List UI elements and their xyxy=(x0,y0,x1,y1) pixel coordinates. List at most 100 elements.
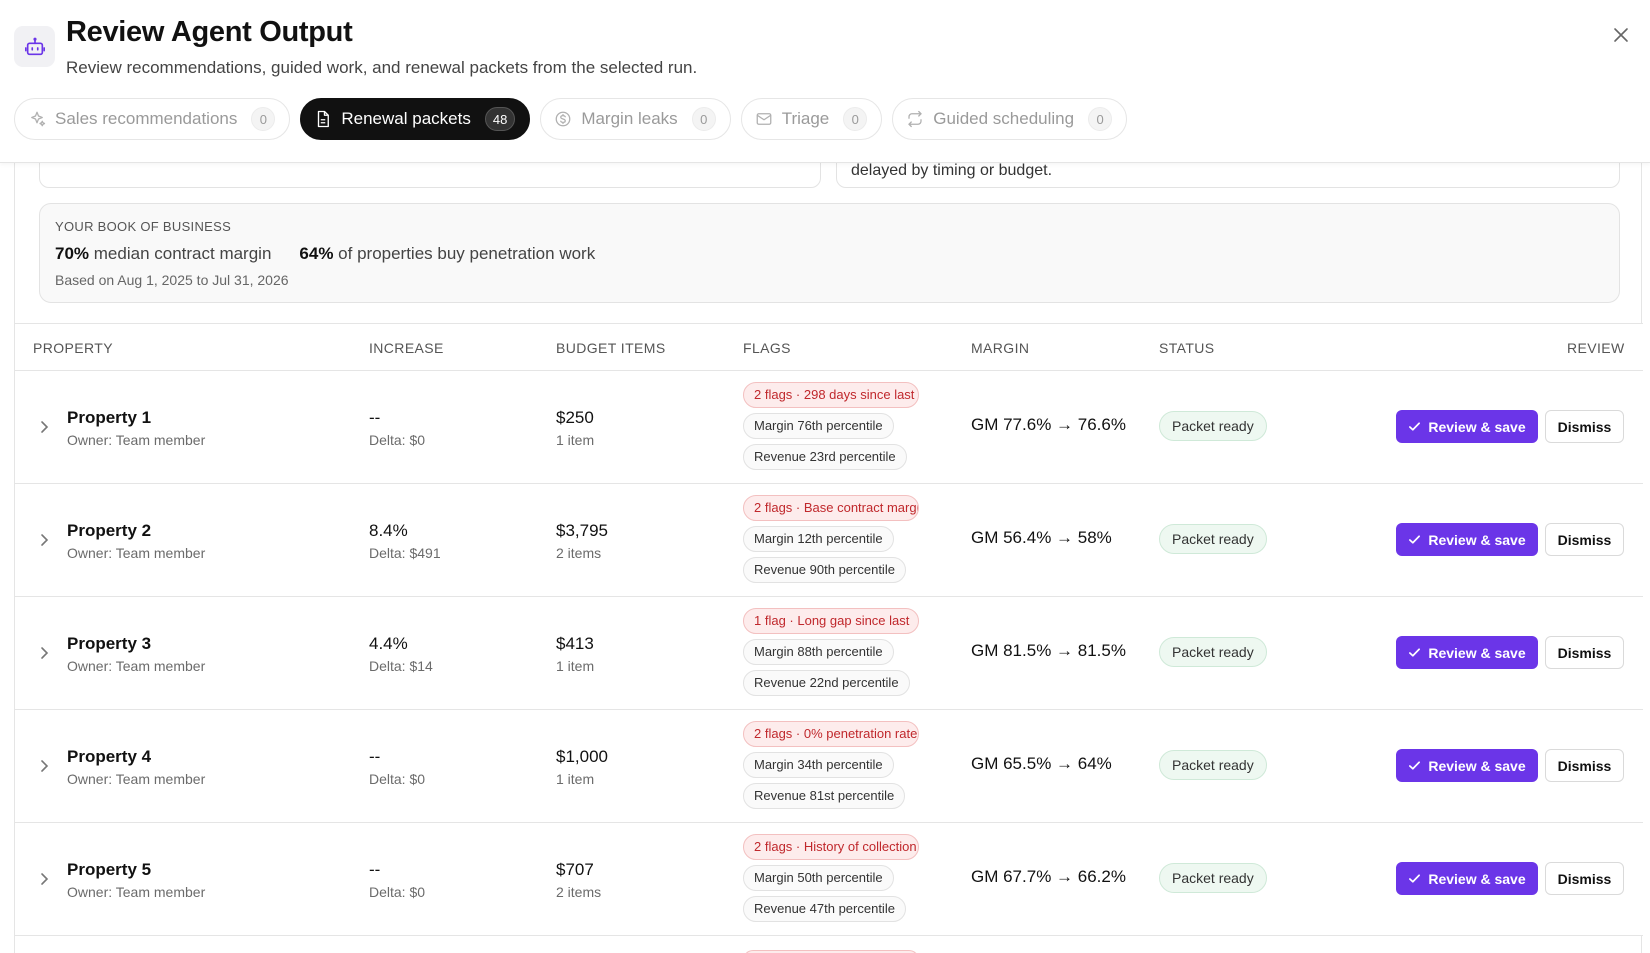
margin-percentile-pill: Margin 12th percentile xyxy=(743,526,894,552)
property-owner: Owner: Team member xyxy=(67,545,206,561)
budget-value: $1,000 xyxy=(556,747,608,766)
chevron-right-icon[interactable] xyxy=(37,530,51,550)
margin-percentile-pill: Margin 88th percentile xyxy=(743,639,894,665)
robot-icon xyxy=(14,26,55,67)
col-margin: MARGIN xyxy=(971,340,1030,356)
book-stats: 70% median contract margin 64% of proper… xyxy=(55,244,595,264)
col-review: REVIEW xyxy=(1567,340,1625,356)
tab-guided-scheduling[interactable]: Guided scheduling 0 xyxy=(892,98,1128,140)
revenue-percentile-pill: Revenue 90th percentile xyxy=(743,557,906,583)
property-owner: Owner: Team member xyxy=(67,771,206,787)
increase-delta: Delta: $0 xyxy=(369,771,426,787)
property-name: Property 2 xyxy=(67,521,152,540)
table-row: Property 4 Owner: Team member -- Delta: … xyxy=(15,710,1643,823)
mail-icon xyxy=(754,109,774,129)
budget-items-count: 1 item xyxy=(556,771,595,787)
dollar-circle-icon xyxy=(553,109,573,129)
review-save-button[interactable]: Review & save xyxy=(1396,862,1538,895)
tab-sales-recommendations[interactable]: Sales recommendations 0 xyxy=(14,98,291,140)
flag-summary-badge: 2 flags · Base contract margin xyxy=(743,495,919,521)
dismiss-button[interactable]: Dismiss xyxy=(1545,410,1624,443)
budget-items-count: 2 items xyxy=(556,545,602,561)
margin-percentile-pill: Margin 50th percentile xyxy=(743,865,894,891)
increase-value: -- xyxy=(369,408,381,427)
property-name: Property 3 xyxy=(67,634,152,653)
property-name: Property 1 xyxy=(67,408,152,427)
increase-delta: Delta: $0 xyxy=(369,884,426,900)
margin-change: GM 65.5% → 64% xyxy=(971,754,1112,773)
property-owner: Owner: Team member xyxy=(67,432,206,448)
property-name: Property 5 xyxy=(67,860,152,879)
dismiss-button[interactable]: Dismiss xyxy=(1545,523,1624,556)
check-icon xyxy=(1409,535,1421,544)
book-label: YOUR BOOK OF BUSINESS xyxy=(55,219,232,234)
flag-summary-badge: 2 flags · 0% penetration rate xyxy=(743,721,919,747)
col-flags: FLAGS xyxy=(743,340,791,356)
tab-label: Margin leaks xyxy=(581,109,678,128)
revenue-percentile-pill: Revenue 23rd percentile xyxy=(743,444,907,470)
chevron-right-icon[interactable] xyxy=(37,643,51,663)
sparkle-icon xyxy=(27,109,47,129)
tab-margin-leaks[interactable]: Margin leaks 0 xyxy=(540,98,731,140)
col-budget-items: BUDGET ITEMS xyxy=(556,340,666,356)
dialog-header: Review Agent Output Review recommendatio… xyxy=(0,0,1650,163)
review-save-button[interactable]: Review & save xyxy=(1396,523,1538,556)
repeat-icon xyxy=(905,109,925,129)
dismiss-button[interactable]: Dismiss xyxy=(1545,862,1624,895)
stat-penetration: 64% of properties buy penetration work xyxy=(299,244,596,263)
margin-change: GM 56.4% → 58% xyxy=(971,528,1112,547)
scroll-content[interactable]: delayed by timing or budget. YOUR BOOK O… xyxy=(14,143,1643,953)
stat-margin: 70% median contract margin xyxy=(55,244,272,263)
flag-summary-badge: 1 flag · Long gap since last xyxy=(743,608,919,634)
budget-value: $707 xyxy=(556,860,594,879)
dismiss-button[interactable]: Dismiss xyxy=(1545,636,1624,669)
status-badge: Packet ready xyxy=(1159,524,1267,554)
increase-value: -- xyxy=(369,747,381,766)
col-property: PROPERTY xyxy=(33,340,113,356)
chevron-right-icon[interactable] xyxy=(37,869,51,889)
budget-items-count: 1 item xyxy=(556,432,595,448)
tab-count: 48 xyxy=(484,107,516,131)
tab-label: Guided scheduling xyxy=(933,109,1075,128)
book-of-business-panel: YOUR BOOK OF BUSINESS 70% median contrac… xyxy=(39,203,1620,303)
increase-delta: Delta: $0 xyxy=(369,432,426,448)
margin-percentile-pill: Margin 76th percentile xyxy=(743,413,894,439)
review-save-button[interactable]: Review & save xyxy=(1396,749,1538,782)
tab-label: Triage xyxy=(781,109,830,128)
dismiss-button[interactable]: Dismiss xyxy=(1545,749,1624,782)
flag-summary-badge: 2 flags · 298 days since last xyxy=(743,382,919,408)
tab-label: Renewal packets xyxy=(341,109,471,128)
close-icon[interactable] xyxy=(1608,22,1634,48)
check-icon xyxy=(1409,874,1421,883)
margin-change: GM 77.6% → 76.6% xyxy=(971,415,1126,434)
status-badge: Packet ready xyxy=(1159,863,1267,893)
table-row: Property 3 Owner: Team member 4.4% Delta… xyxy=(15,597,1643,710)
table-row: Property 2 Owner: Team member 8.4% Delta… xyxy=(15,484,1643,597)
increase-value: 8.4% xyxy=(369,521,408,540)
tab-triage[interactable]: Triage 0 xyxy=(740,98,883,140)
revenue-percentile-pill: Revenue 47th percentile xyxy=(743,896,906,922)
tab-renewal-packets[interactable]: Renewal packets 48 xyxy=(300,98,531,140)
budget-value: $413 xyxy=(556,634,594,653)
tab-bar: Sales recommendations 0 Renewal packets … xyxy=(14,98,1128,140)
revenue-percentile-pill: Revenue 81st percentile xyxy=(743,783,906,809)
col-increase: INCREASE xyxy=(369,340,444,356)
budget-value: $3,795 xyxy=(556,521,608,540)
property-name: Property 4 xyxy=(67,747,152,766)
check-icon xyxy=(1409,761,1421,770)
margin-percentile-pill: Margin 34th percentile xyxy=(743,752,894,778)
revenue-percentile-pill: Revenue 22nd percentile xyxy=(743,670,910,696)
budget-items-count: 2 items xyxy=(556,884,602,900)
budget-items-count: 1 item xyxy=(556,658,595,674)
tab-count: 0 xyxy=(251,107,276,131)
check-icon xyxy=(1409,648,1421,657)
page-title: Review Agent Output xyxy=(66,16,353,48)
chevron-right-icon[interactable] xyxy=(37,756,51,776)
status-badge: Packet ready xyxy=(1159,637,1267,667)
review-save-button[interactable]: Review & save xyxy=(1396,636,1538,669)
tab-label: Sales recommendations xyxy=(55,109,238,128)
review-save-button[interactable]: Review & save xyxy=(1396,410,1538,443)
status-badge: Packet ready xyxy=(1159,750,1267,780)
chevron-right-icon[interactable] xyxy=(37,417,51,437)
col-status: STATUS xyxy=(1159,340,1215,356)
